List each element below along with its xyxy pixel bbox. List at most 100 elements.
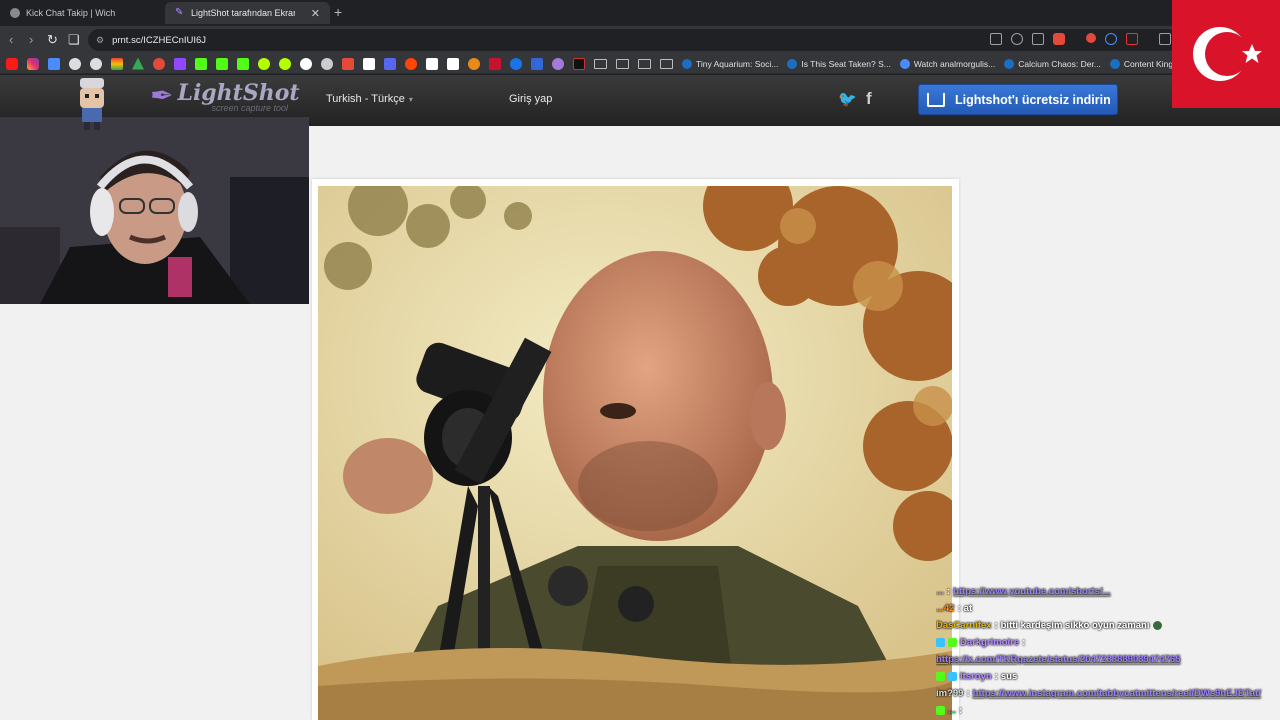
chevron-down-icon: ▾ xyxy=(408,95,413,104)
lightshot-logo[interactable]: ✒ LightShot screen capture tool xyxy=(150,80,300,114)
chat-message: ...: xyxy=(936,702,1280,719)
steam-icon xyxy=(682,58,692,69)
zoom-icon[interactable] xyxy=(1011,33,1023,45)
back-icon[interactable]: ‹ xyxy=(9,32,13,48)
extension-icon[interactable] xyxy=(279,57,291,70)
globe-icon[interactable] xyxy=(90,57,102,70)
tab-title: Kick Chat Takip | Wich xyxy=(26,8,116,18)
reddit-icon[interactable] xyxy=(405,57,417,70)
new-tab-button[interactable]: + xyxy=(334,4,342,20)
facebook-icon[interactable]: f xyxy=(866,89,872,109)
badge-icon xyxy=(948,672,957,681)
kick-icon[interactable] xyxy=(216,57,228,70)
chat-message: Darkgrimoire: xyxy=(936,634,1280,651)
download-button[interactable]: Lightshot'ı ücretsiz indirin xyxy=(918,84,1118,115)
p-icon[interactable] xyxy=(426,57,438,70)
crescent-star-icon xyxy=(1172,0,1280,108)
kick-icon[interactable] xyxy=(195,57,207,70)
discord-icon[interactable] xyxy=(384,57,396,70)
steam-icon xyxy=(1004,58,1015,69)
extension-icon[interactable] xyxy=(1126,33,1138,45)
download-label: Lightshot'ı ücretsiz indirin xyxy=(955,92,1111,107)
turkish-flag xyxy=(1172,0,1280,108)
cast-icon[interactable] xyxy=(990,33,1002,45)
site-info-icon[interactable]: ⚙ xyxy=(96,35,104,46)
folder-icon[interactable] xyxy=(594,58,607,69)
reload-icon[interactable]: ↻ xyxy=(47,32,58,48)
wifi-extension-icon[interactable] xyxy=(1105,33,1117,45)
login-link[interactable]: Giriş yap xyxy=(509,93,552,105)
screenshot-image[interactable] xyxy=(318,186,952,720)
forward-icon[interactable]: › xyxy=(29,32,33,48)
chat-message: ...42: at xyxy=(936,603,973,614)
kick-icon[interactable] xyxy=(237,57,249,70)
folder-icon[interactable] xyxy=(660,58,673,69)
bookmark-icon[interactable]: ❏ xyxy=(68,32,80,48)
extension-icon[interactable] xyxy=(258,57,270,70)
bookmarks-bar: Tiny Aquarium: Soci... Is This Seat Take… xyxy=(0,54,1280,74)
news-icon[interactable] xyxy=(489,57,501,70)
chat-message: ltsroyn: sus xyxy=(936,668,1280,685)
coin-icon[interactable] xyxy=(468,57,480,70)
logo-name: LightShot xyxy=(177,80,300,106)
twitter-icon[interactable]: 🐦 xyxy=(838,90,857,108)
sniper-photo xyxy=(318,186,952,720)
logo-subtitle: screen capture tool xyxy=(211,103,289,113)
language-selector[interactable]: Turkish - Türkçe ▾ xyxy=(326,93,413,105)
wallet-icon[interactable] xyxy=(1159,33,1171,45)
streamer-cam xyxy=(0,117,309,304)
video-icon[interactable] xyxy=(342,57,354,70)
close-tab-icon[interactable]: ✕ xyxy=(311,7,320,20)
emote-icon xyxy=(1152,621,1162,630)
kick-badge-icon xyxy=(936,672,945,681)
chat-message: im?99: https://www.instagram.com/tabbycat… xyxy=(936,688,1261,699)
folder-icon[interactable] xyxy=(638,58,651,69)
twitch-icon[interactable] xyxy=(174,57,186,70)
tab-lightshot[interactable]: ✎ LightShot tarafından Ekran Görü ✕ xyxy=(165,2,330,24)
tab-title: LightShot tarafından Ekran Görü xyxy=(191,8,295,18)
bookmark-link[interactable]: Calcium Chaos: Der... xyxy=(1004,58,1101,69)
kick-badge-icon xyxy=(936,706,945,715)
stream-chat: ...: https://www.youtube.com/shorts/... .… xyxy=(936,583,1280,720)
chat-message: https://x.com/TKRgazete/status/204723388… xyxy=(936,654,1181,665)
browser-tab-strip: Kick Chat Takip | Wich ✎ LightShot taraf… xyxy=(0,0,1280,26)
browser-toolbar: ‹ › ↻ ❏ ⚙ prnt.sc/ICZHECnIUI6J xyxy=(0,26,1280,54)
purple-icon[interactable] xyxy=(552,57,564,70)
instagram-icon[interactable] xyxy=(27,57,39,70)
avatar xyxy=(80,78,104,130)
gmail-icon[interactable] xyxy=(111,57,123,70)
mail-icon[interactable] xyxy=(531,57,543,70)
kick-badge-icon xyxy=(948,638,957,647)
ublock-icon[interactable] xyxy=(1086,33,1096,43)
drive-icon[interactable] xyxy=(132,57,144,70)
feather-icon: ✎ xyxy=(175,7,184,18)
webcam-overlay xyxy=(0,117,309,304)
download-icon xyxy=(927,92,945,107)
k-icon[interactable] xyxy=(573,57,585,70)
openai-icon[interactable] xyxy=(321,57,333,70)
video-icon xyxy=(899,58,910,69)
share-icon[interactable] xyxy=(1032,33,1044,45)
feather-icon: ✒ xyxy=(150,80,174,111)
translate-icon[interactable] xyxy=(48,57,60,70)
x-icon[interactable] xyxy=(363,57,375,70)
bookmark-link[interactable]: Is This Seat Taken? S... xyxy=(787,58,891,69)
tab-kick-chat[interactable]: Kick Chat Takip | Wich xyxy=(0,2,165,24)
b-icon[interactable] xyxy=(447,57,459,70)
play-icon[interactable] xyxy=(510,57,522,70)
folder-icon[interactable] xyxy=(616,58,629,69)
steam-icon xyxy=(1109,58,1120,69)
maps-icon[interactable] xyxy=(153,57,165,70)
anchor-icon[interactable] xyxy=(300,57,312,70)
globe-icon[interactable] xyxy=(69,57,81,70)
url-text: prnt.sc/ICZHECnIUI6J xyxy=(112,34,207,46)
steam-icon xyxy=(787,58,798,69)
globe-icon xyxy=(10,8,20,18)
bookmark-link[interactable]: Tiny Aquarium: Soci... xyxy=(682,58,778,69)
brave-shield-icon[interactable] xyxy=(1053,33,1065,45)
chat-message: DasCarnifex: bitti kardeşim sikko oyun za… xyxy=(936,617,1280,634)
youtube-icon[interactable] xyxy=(6,57,18,70)
bookmark-link[interactable]: Watch analmorgulis... xyxy=(899,58,995,69)
toolbar-icons xyxy=(990,33,1171,45)
badge-icon xyxy=(936,638,945,647)
